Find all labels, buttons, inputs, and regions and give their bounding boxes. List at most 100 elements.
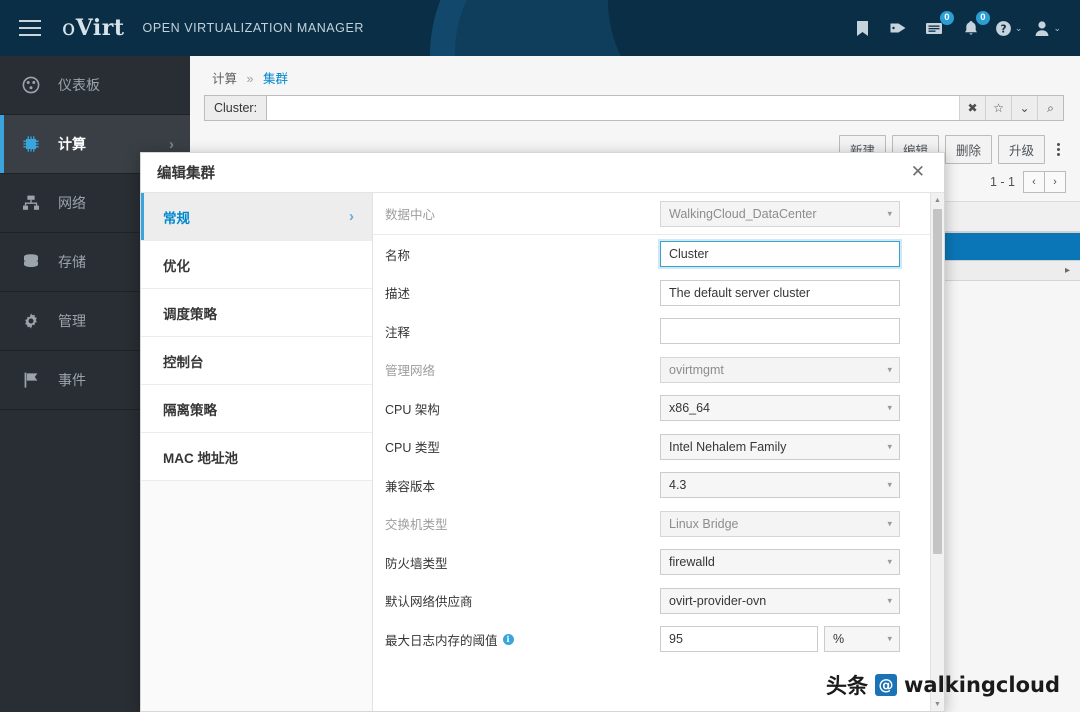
- switch-type-select[interactable]: Linux Bridge ▾: [660, 510, 900, 537]
- field-label: 默认网络供应商: [385, 595, 473, 610]
- threshold-value-field: [660, 626, 818, 653]
- field-value: firewalld: [660, 549, 900, 576]
- data-center-select[interactable]: WalkingCloud_DataCenter ▾: [660, 200, 900, 227]
- notifications-badge: 0: [975, 11, 990, 25]
- scrollbar-thumb[interactable]: [933, 209, 942, 554]
- field-row-cpu-type: CPU 类型 Intel Nehalem Family ▾: [373, 428, 930, 467]
- field-row-name: 名称: [373, 235, 930, 274]
- sidebar-item-label: 存储: [58, 254, 86, 270]
- scroll-up-button[interactable]: ▲: [931, 193, 944, 207]
- field-row-compatibility-version: 兼容版本 4.3 ▾: [373, 466, 930, 505]
- name-input[interactable]: [660, 241, 900, 268]
- breadcrumb-parent[interactable]: 计算: [212, 72, 237, 86]
- field-value: ovirtmgmt: [660, 356, 900, 383]
- logo-virt: Virt: [75, 15, 125, 41]
- tag-icon[interactable]: [882, 0, 916, 56]
- tab-scheduling-policy[interactable]: 调度策略: [141, 289, 372, 337]
- management-network-select[interactable]: ovirtmgmt ▾: [660, 356, 900, 383]
- tab-fencing-policy[interactable]: 隔离策略: [141, 385, 372, 433]
- product-subtitle: OPEN VIRTUALIZATION MANAGER: [142, 21, 364, 35]
- masthead: oVirt OPEN VIRTUALIZATION MANAGER 0 0 ? …: [0, 0, 1080, 56]
- user-icon[interactable]: ⌄: [1029, 0, 1066, 56]
- comment-field-wrap: [660, 318, 900, 345]
- prev-page-button[interactable]: ‹: [1023, 171, 1045, 193]
- field-row-switch-type: 交换机类型 Linux Bridge ▾: [373, 505, 930, 544]
- expand-chevron-icon: ▸: [1064, 265, 1070, 276]
- field-row-comment: 注释: [373, 312, 930, 351]
- tasks-icon[interactable]: 0: [918, 0, 954, 56]
- field-label: CPU 类型: [385, 441, 440, 456]
- svg-text:?: ?: [1000, 23, 1006, 35]
- field-label: 防火墙类型: [385, 556, 448, 571]
- field-label: 名称: [385, 248, 411, 263]
- compute-icon: [22, 135, 48, 153]
- sidebar-item-label: 网络: [58, 195, 86, 211]
- upgrade-button[interactable]: 升级: [997, 134, 1045, 164]
- comment-input[interactable]: [660, 318, 900, 345]
- pagination-count: 1 - 1: [989, 175, 1015, 189]
- bookmark-search-button[interactable]: ☆: [985, 96, 1011, 120]
- logo-o: o: [62, 16, 76, 41]
- general-form: 数据中心 WalkingCloud_DataCenter ▾ 名称 描: [373, 193, 944, 711]
- dialog-scrollbar[interactable]: ▲ ▼: [930, 193, 944, 711]
- help-chevron-down-icon: ⌄: [1014, 22, 1023, 33]
- menu-toggle-button[interactable]: [0, 0, 60, 56]
- field-row-description: 描述: [373, 274, 930, 313]
- help-icon[interactable]: ? ⌄: [990, 0, 1028, 56]
- field-row-management-network: 管理网络 ovirtmgmt ▾: [373, 351, 930, 390]
- field-label: 兼容版本: [385, 479, 436, 494]
- dialog-header: 编辑集群 ✕: [141, 153, 944, 193]
- search-input[interactable]: [267, 96, 959, 120]
- delete-button[interactable]: 删除: [944, 134, 992, 164]
- cpu-architecture-select[interactable]: x86_64 ▾: [660, 395, 900, 422]
- ovirt-admin-portal: oVirt OPEN VIRTUALIZATION MANAGER 0 0 ? …: [0, 0, 1080, 712]
- dashboard-icon: [22, 76, 48, 94]
- tab-label: 隔离策略: [163, 402, 217, 418]
- masthead-actions: 0 0 ? ⌄ ⌄: [846, 0, 1080, 56]
- sidebar-item-dashboard[interactable]: 仪表板: [0, 56, 190, 115]
- field-label: 管理网络: [385, 364, 436, 379]
- edit-cluster-dialog: 编辑集群 ✕ 常规 › 优化 调度策略 控制台 隔离策略 MAC 地址池 数据中…: [140, 152, 945, 712]
- max-log-memory-threshold-group: % ▾: [660, 626, 900, 653]
- threshold-input[interactable]: [660, 626, 818, 653]
- compatibility-version-select[interactable]: 4.3 ▾: [660, 472, 900, 499]
- field-row-max-log-memory-threshold: 最大日志内存的阈值 i % ▾: [373, 620, 930, 659]
- bookmark-icon[interactable]: [846, 0, 880, 56]
- tab-optimization[interactable]: 优化: [141, 241, 372, 289]
- tab-console[interactable]: 控制台: [141, 337, 372, 385]
- firewall-type-select[interactable]: firewalld ▾: [660, 549, 900, 576]
- next-page-button[interactable]: ›: [1044, 171, 1066, 193]
- tab-label: MAC 地址池: [163, 450, 238, 466]
- tab-label: 优化: [163, 258, 190, 274]
- close-icon[interactable]: ✕: [906, 162, 930, 183]
- scroll-down-button[interactable]: ▼: [931, 697, 944, 711]
- ovirt-logo: oVirt: [62, 15, 125, 41]
- threshold-unit-select[interactable]: % ▾: [824, 626, 900, 653]
- clear-search-button[interactable]: ✖: [959, 96, 985, 120]
- tab-label: 控制台: [163, 354, 204, 370]
- more-actions-button[interactable]: [1051, 139, 1066, 160]
- field-value: 4.3: [660, 472, 900, 499]
- breadcrumb-current[interactable]: 集群: [263, 72, 288, 86]
- user-chevron-down-icon: ⌄: [1053, 22, 1061, 33]
- field-label: 注释: [385, 325, 411, 340]
- sidebar-item-label: 管理: [58, 313, 86, 329]
- info-icon[interactable]: i: [502, 633, 514, 645]
- search-submit-button[interactable]: ⌕: [1037, 96, 1063, 120]
- tab-mac-address-pool[interactable]: MAC 地址池: [141, 433, 372, 481]
- description-input[interactable]: [660, 279, 900, 306]
- cpu-type-select[interactable]: Intel Nehalem Family ▾: [660, 433, 900, 460]
- field-value: %: [824, 626, 900, 653]
- tab-label: 常规: [163, 210, 190, 226]
- dialog-title: 编辑集群: [157, 166, 215, 182]
- bell-icon[interactable]: 0: [954, 0, 990, 56]
- chevron-right-icon: ›: [169, 135, 174, 153]
- name-field-wrap: [660, 241, 900, 268]
- flag-icon: [22, 371, 48, 389]
- tab-general[interactable]: 常规 ›: [141, 193, 372, 241]
- search-history-button[interactable]: ⌄: [1011, 96, 1037, 120]
- default-network-provider-select[interactable]: ovirt-provider-ovn ▾: [660, 587, 900, 614]
- sidebar-item-label: 仪表板: [58, 77, 100, 93]
- search-bar: Cluster: ✖ ☆ ⌄ ⌕: [204, 95, 1064, 121]
- field-row-cpu-architecture: CPU 架构 x86_64 ▾: [373, 389, 930, 428]
